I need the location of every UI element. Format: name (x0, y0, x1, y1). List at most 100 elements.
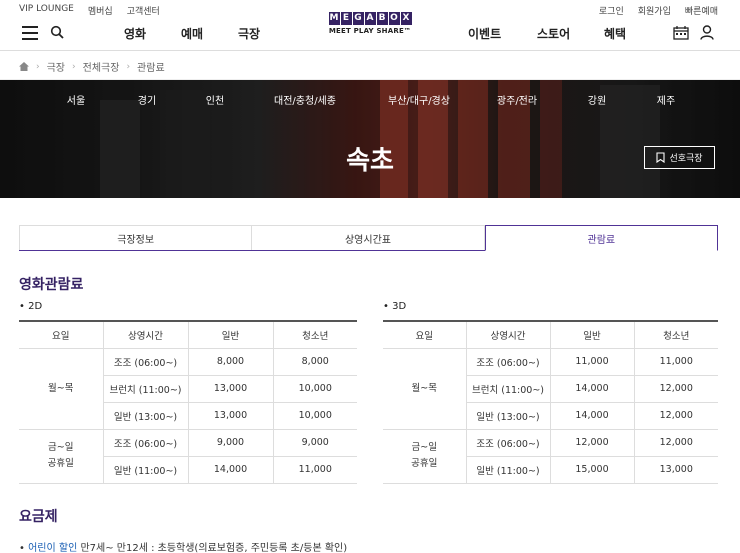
tab-fees[interactable]: 관람료 (484, 225, 718, 251)
table-row: 월~목 조조 (06:00~) 11,000 11,000 (383, 347, 718, 430)
nav-store[interactable]: 스토어 (537, 25, 570, 42)
adult-price-cell: 14,000 (187, 455, 274, 484)
table-row: 월~목 조조 (06:00~) 8,000 8,000 (19, 347, 357, 430)
time-cell: 일반 (13:00~) (103, 401, 189, 430)
time-cell: 일반 (13:00~) (466, 401, 551, 430)
region-gangwon[interactable]: 강원 (588, 92, 606, 107)
utility-left: VIP LOUNGE 멤버십 고객센터 (19, 4, 160, 17)
nav-event[interactable]: 이벤트 (468, 25, 501, 42)
fees-2d-label: • 2D (19, 301, 43, 312)
breadcrumb-all-theaters[interactable]: 전체극장 (83, 59, 120, 74)
quick-booking-link[interactable]: 빠른예매 (685, 4, 718, 17)
adult-price-cell: 15,000 (549, 455, 635, 484)
adult-price-cell: 13,000 (187, 401, 274, 430)
youth-price-cell: 10,000 (272, 374, 357, 403)
nav-benefit[interactable]: 혜택 (604, 25, 626, 42)
col-time: 상영시간 (465, 320, 551, 349)
time-cell: 브런치 (11:00~) (103, 374, 189, 403)
breadcrumb-fees[interactable]: 관람료 (137, 59, 165, 74)
menu-icon[interactable] (22, 26, 38, 40)
region-busan[interactable]: 부산/대구/경상 (388, 92, 450, 107)
logo-tagline: MEET PLAY SHARE™ (328, 27, 412, 35)
region-gwangju[interactable]: 광주/전라 (497, 92, 537, 107)
theater-name: 속초 (346, 146, 394, 176)
logo-letters: MEGABOX (328, 12, 412, 25)
main-nav: 영화 예매 극장 MEGABOX MEET PLAY SHARE™ 이벤트 스토… (0, 12, 740, 51)
megabox-logo[interactable]: MEGABOX MEET PLAY SHARE™ (320, 10, 420, 46)
search-icon[interactable] (50, 25, 64, 39)
nav-theater[interactable]: 극장 (238, 25, 260, 42)
youth-price-cell: 11,000 (272, 455, 357, 484)
youth-price-cell: 12,000 (633, 428, 718, 457)
region-gyeonggi[interactable]: 경기 (138, 92, 156, 107)
calendar-icon[interactable] (673, 26, 689, 40)
fees-3d-label: • 3D (383, 301, 407, 312)
signup-link[interactable]: 회원가입 (638, 4, 671, 17)
time-cell: 조조 (06:00~) (465, 347, 551, 376)
youth-price-cell: 12,000 (633, 374, 718, 403)
table-row: 금~일 공휴일 조조 (06:00~) 12,000 12,000 (383, 428, 718, 484)
col-time: 상영시간 (102, 320, 189, 349)
adult-price-cell: 14,000 (549, 401, 635, 430)
region-list: 서울 경기 인천 대전/충청/세종 부산/대구/경상 광주/전라 강원 제주 (0, 92, 740, 107)
membership-link[interactable]: 멤버십 (88, 4, 113, 17)
youth-price-cell: 10,000 (272, 401, 357, 430)
adult-price-cell: 8,000 (187, 347, 274, 376)
nav-booking[interactable]: 예매 (181, 25, 203, 42)
child-discount-detail: 만7세~ 만12세 : 초등학생(의료보험증, 주민등록 초/등본 확인) (77, 543, 348, 553)
youth-price-cell: 8,000 (272, 347, 357, 376)
theater-tabs: 극장정보 상영시간표 관람료 (19, 225, 718, 251)
home-icon[interactable] (19, 62, 29, 71)
table-header-row: 요일 상영시간 일반 청소년 (19, 320, 357, 349)
fees-table-2d: 요일 상영시간 일반 청소년 월~목 조조 (06:00~) 8,000 8,0… (19, 320, 357, 484)
time-cell: 조조 (06:00~) (102, 347, 189, 376)
day-cell: 금~일 공휴일 (19, 428, 104, 484)
plan-item: • 어린이 할인 만7세~ 만12세 : 초등학생(의료보험증, 주민등록 초/… (19, 539, 347, 553)
adult-price-cell: 12,000 (549, 428, 635, 457)
favorite-theater-button[interactable]: 선호극장 (644, 146, 715, 169)
plans-title: 요금제 (19, 509, 58, 525)
tab-theater-info[interactable]: 극장정보 (19, 225, 253, 250)
youth-price-cell: 12,000 (633, 401, 718, 430)
col-youth: 청소년 (272, 320, 357, 349)
adult-price-cell: 14,000 (549, 374, 635, 403)
table-header-row: 요일 상영시간 일반 청소년 (383, 320, 718, 349)
day-cell: 월~목 (19, 347, 104, 430)
region-incheon[interactable]: 인천 (206, 92, 224, 107)
bullet: • (19, 543, 25, 553)
day-cell: 금~일 공휴일 (383, 428, 467, 484)
customer-center-link[interactable]: 고객센터 (127, 4, 160, 17)
adult-price-cell: 13,000 (187, 374, 274, 403)
utility-right: 로그인 회원가입 빠른예매 (599, 4, 718, 17)
region-daejeon[interactable]: 대전/충청/세종 (274, 92, 336, 107)
col-adult: 일반 (549, 320, 635, 349)
chevron-right-icon: › (36, 61, 40, 72)
day-cell: 월~목 (383, 347, 467, 430)
theater-banner: 서울 경기 인천 대전/충청/세종 부산/대구/경상 광주/전라 강원 제주 속… (0, 80, 740, 198)
favorite-theater-label: 선호극장 (669, 153, 703, 163)
region-jeju[interactable]: 제주 (657, 92, 675, 107)
login-link[interactable]: 로그인 (599, 4, 624, 17)
col-adult: 일반 (187, 320, 274, 349)
youth-price-cell: 11,000 (633, 347, 718, 376)
chevron-right-icon: › (72, 61, 76, 72)
breadcrumb: › 극장 › 전체극장 › 관람료 (0, 51, 740, 80)
breadcrumb-theater[interactable]: 극장 (47, 59, 65, 74)
fees-table-3d: 요일 상영시간 일반 청소년 월~목 조조 (06:00~) 11,000 11… (383, 320, 718, 484)
time-cell: 조조 (06:00~) (102, 428, 189, 457)
time-cell: 브런치 (11:00~) (466, 374, 551, 403)
nav-movie[interactable]: 영화 (124, 25, 146, 42)
col-day: 요일 (19, 320, 104, 349)
adult-price-cell: 9,000 (187, 428, 274, 457)
youth-price-cell: 13,000 (633, 455, 718, 484)
chevron-right-icon: › (126, 61, 131, 72)
time-cell: 일반 (11:00~) (103, 455, 189, 484)
vip-lounge-link[interactable]: VIP LOUNGE (19, 4, 74, 17)
tab-schedule[interactable]: 상영시간표 (252, 225, 485, 250)
fees-title: 영화관람료 (19, 277, 84, 293)
region-seoul[interactable]: 서울 (67, 92, 85, 107)
time-cell: 조조 (06:00~) (465, 428, 551, 457)
time-cell: 일반 (11:00~) (466, 455, 551, 484)
youth-price-cell: 9,000 (272, 428, 357, 457)
user-icon[interactable] (700, 25, 714, 40)
